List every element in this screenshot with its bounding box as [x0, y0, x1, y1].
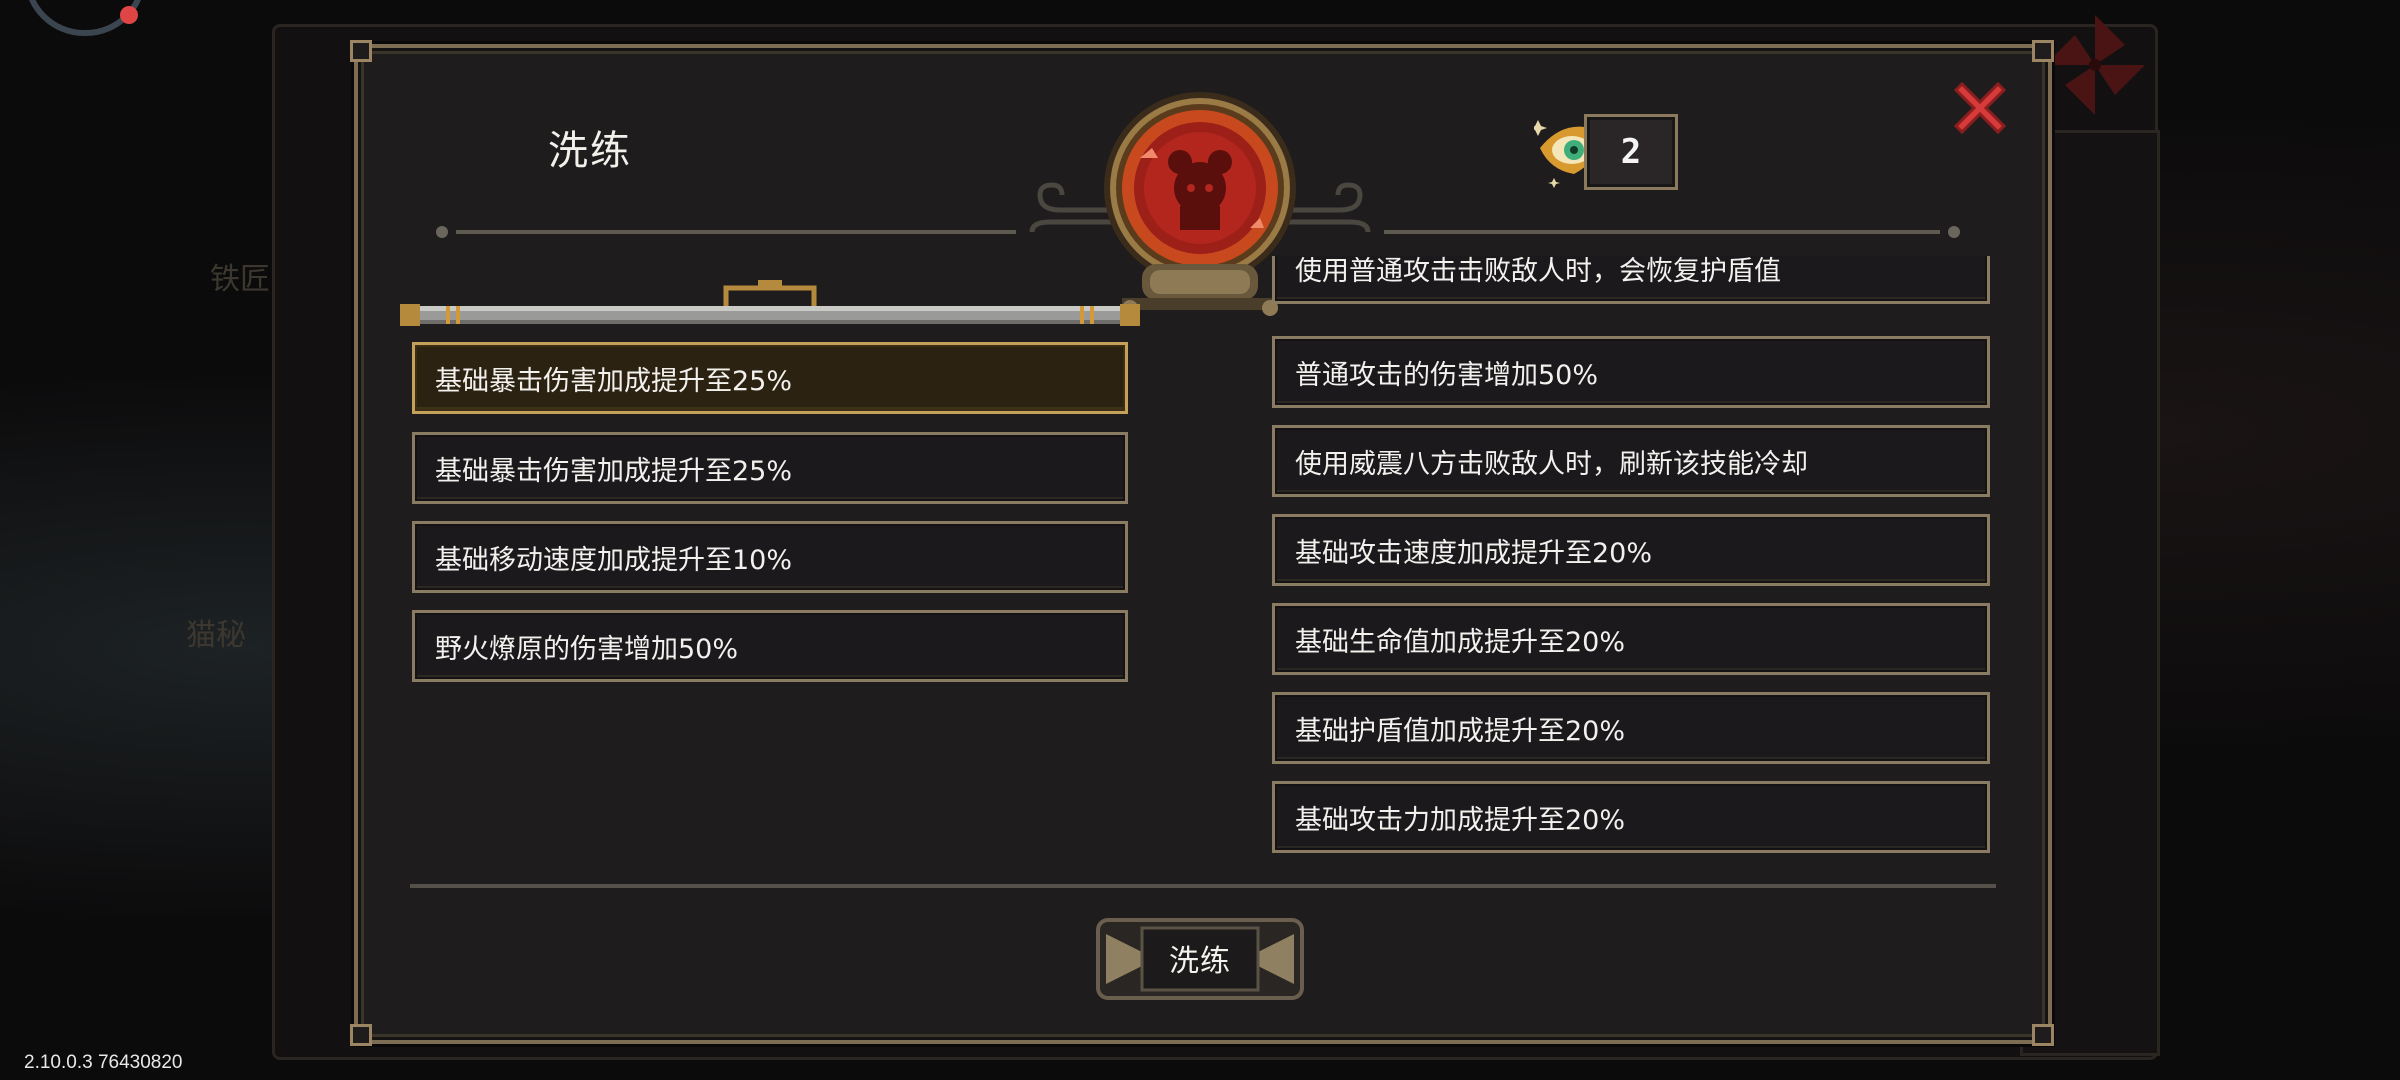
- header-divider-left: [456, 230, 1016, 234]
- bottom-divider: [410, 884, 1996, 888]
- currency-count: 2: [1584, 114, 1678, 190]
- header-divider-right: [1384, 230, 1940, 234]
- notification-dot: [120, 6, 138, 24]
- option-text: 基础移动速度加成提升至10%: [435, 544, 793, 576]
- option-text: 使用普通攻击击败敌人时，会恢复护盾值: [1295, 256, 1781, 287]
- option-text: 野火燎原的伤害增加50%: [435, 633, 739, 665]
- left-option-4[interactable]: 野火燎原的伤害增加50%: [412, 610, 1128, 682]
- option-text: 使用威震八方击败敌人时，刷新该技能冷却: [1295, 448, 1808, 480]
- pinwheel-icon: [2045, 15, 2145, 115]
- divider-dot: [1948, 226, 1960, 238]
- left-option-2[interactable]: 基础暴击伤害加成提升至25%: [412, 432, 1128, 504]
- right-option-2[interactable]: 使用威震八方击败敌人时，刷新该技能冷却: [1272, 425, 1990, 497]
- frame-corner: [350, 40, 372, 62]
- frame-corner: [350, 1024, 372, 1046]
- option-text: 基础生命值加成提升至20%: [1295, 626, 1626, 658]
- option-text: 基础暴击伤害加成提升至25%: [435, 365, 793, 397]
- game-screen: 铁匠 猫秘 洗练 2 基础暴击伤害加成提升至25% 基础暴击伤害加成提升至25%…: [0, 0, 2400, 1080]
- right-options-clip: 使用普通攻击击败敌人时，会恢复护盾值: [1272, 256, 1990, 324]
- version-label: 2.10.0.3 76430820: [24, 1052, 183, 1073]
- right-option-3[interactable]: 基础攻击速度加成提升至20%: [1272, 514, 1990, 586]
- dialog-title: 洗练: [548, 128, 632, 174]
- option-text: 普通攻击的伤害增加50%: [1295, 359, 1599, 391]
- frame-corner: [2032, 40, 2054, 62]
- right-option-5[interactable]: 基础护盾值加成提升至20%: [1272, 692, 1990, 764]
- option-text: 基础攻击力加成提升至20%: [1295, 804, 1626, 836]
- background-label: 猫秘: [186, 618, 246, 653]
- right-option-partial[interactable]: 使用普通攻击击败敌人时，会恢复护盾值: [1272, 256, 1990, 304]
- character-medallion-icon: [1104, 92, 1296, 284]
- right-option-4[interactable]: 基础生命值加成提升至20%: [1272, 603, 1990, 675]
- background-label: 铁匠: [210, 262, 270, 297]
- frame-corner: [2032, 1024, 2054, 1046]
- option-text: 基础暴击伤害加成提升至25%: [435, 455, 793, 487]
- left-option-3[interactable]: 基础移动速度加成提升至10%: [412, 521, 1128, 593]
- right-option-1[interactable]: 普通攻击的伤害增加50%: [1272, 336, 1990, 408]
- divider-dot: [436, 226, 448, 238]
- option-text: 基础护盾值加成提升至20%: [1295, 715, 1626, 747]
- right-option-6[interactable]: 基础攻击力加成提升至20%: [1272, 781, 1990, 853]
- close-icon[interactable]: [1948, 76, 2012, 140]
- option-text: 基础攻击速度加成提升至20%: [1295, 537, 1653, 569]
- handle-ornament: [723, 280, 817, 306]
- refine-button-label: 洗练: [1169, 944, 1231, 979]
- left-option-1[interactable]: 基础暴击伤害加成提升至25%: [412, 342, 1128, 414]
